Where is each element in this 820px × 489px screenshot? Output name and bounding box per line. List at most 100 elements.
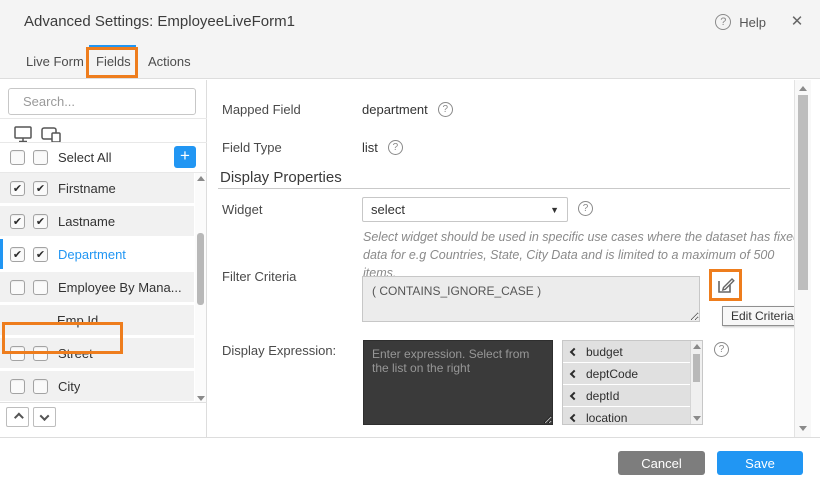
display-expression-label: Display Expression: bbox=[222, 343, 336, 358]
field-label: City bbox=[58, 379, 80, 394]
help-icon[interactable] bbox=[715, 14, 731, 30]
field-list: Firstname Lastname Department Employee B… bbox=[0, 172, 207, 403]
mapped-field-label: Mapped Field bbox=[222, 102, 301, 117]
mapped-field-value: department bbox=[362, 102, 428, 117]
scroll-down-icon[interactable] bbox=[799, 426, 807, 431]
dialog-title: Advanced Settings: EmployeeLiveForm1 bbox=[24, 13, 295, 30]
field-row-emp-id[interactable]: Emp Id bbox=[0, 305, 194, 335]
widget-select-value: select bbox=[371, 202, 550, 217]
mapped-field-help-icon[interactable] bbox=[438, 102, 453, 117]
tab-live-form[interactable]: Live Form bbox=[26, 44, 84, 79]
mobile-checkbox[interactable] bbox=[33, 379, 48, 394]
filter-criteria-label: Filter Criteria bbox=[222, 269, 296, 284]
move-field-up-button[interactable] bbox=[6, 407, 29, 427]
expression-list-scrollbar[interactable] bbox=[690, 341, 702, 424]
section-divider bbox=[218, 188, 790, 189]
expression-field-label: deptCode bbox=[586, 367, 638, 381]
chevron-left-icon bbox=[570, 413, 578, 421]
edit-criteria-button[interactable] bbox=[714, 273, 738, 297]
scrollbar-thumb[interactable] bbox=[798, 95, 808, 290]
cancel-button[interactable]: Cancel bbox=[618, 451, 705, 475]
add-field-button[interactable]: + bbox=[174, 146, 196, 168]
display-properties-heading: Display Properties bbox=[220, 169, 342, 186]
advanced-settings-dialog: Advanced Settings: EmployeeLiveForm1 Hel… bbox=[0, 0, 820, 489]
expression-field-list: budget deptCode deptId location bbox=[562, 340, 703, 425]
expression-field-label: budget bbox=[586, 345, 623, 359]
widget-label: Widget bbox=[222, 202, 262, 217]
scroll-up-icon[interactable] bbox=[799, 86, 807, 91]
dialog-header: Advanced Settings: EmployeeLiveForm1 Hel… bbox=[0, 0, 820, 44]
edit-criteria-tooltip: Edit Criteria bbox=[722, 306, 794, 326]
field-type-label: Field Type bbox=[222, 140, 282, 155]
expression-field-label: location bbox=[586, 411, 627, 425]
mobile-checkbox[interactable] bbox=[33, 181, 48, 196]
field-row-city[interactable]: City bbox=[0, 371, 194, 401]
field-type-help-icon[interactable] bbox=[388, 140, 403, 155]
chevron-down-icon bbox=[40, 411, 50, 421]
select-all-label: Select All bbox=[58, 150, 111, 165]
chevron-left-icon bbox=[570, 347, 578, 355]
field-row-street[interactable]: Street bbox=[0, 338, 194, 368]
search-input[interactable] bbox=[23, 94, 199, 109]
field-label: Employee By Mana... bbox=[58, 280, 182, 295]
field-label: Lastname bbox=[58, 214, 115, 229]
desktop-checkbox[interactable] bbox=[10, 181, 25, 196]
dialog-footer: Cancel Save bbox=[0, 437, 820, 489]
scrollbar-thumb[interactable] bbox=[693, 354, 700, 382]
expression-field-label: deptId bbox=[586, 389, 619, 403]
scroll-up-icon[interactable] bbox=[197, 176, 205, 181]
field-type-value: list bbox=[362, 140, 378, 155]
close-icon[interactable] bbox=[788, 13, 806, 31]
desktop-checkbox[interactable] bbox=[10, 346, 25, 361]
desktop-view-icon[interactable] bbox=[14, 126, 33, 143]
chevron-left-icon bbox=[570, 391, 578, 399]
field-row-firstname[interactable]: Firstname bbox=[0, 173, 194, 203]
tab-actions[interactable]: Actions bbox=[148, 44, 191, 79]
expression-field-deptcode[interactable]: deptCode bbox=[563, 363, 691, 384]
filter-criteria-textarea[interactable]: ( CONTAINS_IGNORE_CASE ) bbox=[362, 276, 700, 322]
help-link[interactable]: Help bbox=[739, 15, 766, 30]
field-label: Firstname bbox=[58, 181, 116, 196]
tab-fields[interactable]: Fields bbox=[96, 44, 131, 79]
edit-icon bbox=[716, 275, 736, 295]
field-row-lastname[interactable]: Lastname bbox=[0, 206, 194, 236]
desktop-checkbox[interactable] bbox=[10, 214, 25, 229]
mobile-checkbox[interactable] bbox=[33, 214, 48, 229]
chevron-up-icon bbox=[14, 412, 24, 422]
mobile-view-icon[interactable] bbox=[41, 127, 61, 143]
move-field-down-button[interactable] bbox=[33, 407, 56, 427]
field-label: Street bbox=[58, 346, 93, 361]
mobile-checkbox[interactable] bbox=[33, 280, 48, 295]
desktop-checkbox[interactable] bbox=[10, 247, 25, 262]
desktop-checkbox[interactable] bbox=[10, 379, 25, 394]
desktop-checkbox[interactable] bbox=[10, 280, 25, 295]
fields-sidebar: Select All + Firstname Lastname Departme… bbox=[0, 80, 207, 437]
widget-help-icon[interactable] bbox=[578, 201, 593, 216]
scrollbar-thumb[interactable] bbox=[197, 233, 204, 305]
scroll-down-icon[interactable] bbox=[693, 416, 701, 421]
scroll-down-icon[interactable] bbox=[197, 396, 205, 401]
tab-bar: Live Form Fields Actions bbox=[0, 44, 820, 79]
expression-field-budget[interactable]: budget bbox=[563, 341, 691, 362]
mobile-checkbox[interactable] bbox=[33, 346, 48, 361]
field-label: Emp Id bbox=[57, 313, 98, 328]
select-all-desktop-checkbox[interactable] bbox=[10, 150, 25, 165]
display-expression-help-icon[interactable] bbox=[714, 342, 729, 357]
expression-field-deptid[interactable]: deptId bbox=[563, 385, 691, 406]
widget-select[interactable]: select ▼ bbox=[362, 197, 568, 222]
select-all-mobile-checkbox[interactable] bbox=[33, 150, 48, 165]
field-label: Department bbox=[58, 247, 126, 262]
mobile-checkbox[interactable] bbox=[33, 247, 48, 262]
save-button[interactable]: Save bbox=[717, 451, 803, 475]
search-box[interactable] bbox=[8, 88, 196, 115]
chevron-left-icon bbox=[570, 369, 578, 377]
sidebar-scrollbar[interactable] bbox=[195, 173, 206, 403]
expression-field-location[interactable]: location bbox=[563, 407, 691, 425]
field-row-employee-by-manager[interactable]: Employee By Mana... bbox=[0, 272, 194, 302]
display-expression-textarea[interactable] bbox=[363, 340, 553, 425]
field-row-department[interactable]: Department bbox=[0, 239, 194, 269]
scroll-up-icon[interactable] bbox=[693, 344, 701, 349]
active-tab-indicator bbox=[89, 45, 136, 48]
field-settings-panel: Mapped Field department Field Type list … bbox=[208, 80, 794, 437]
main-panel-scrollbar[interactable] bbox=[794, 80, 811, 437]
